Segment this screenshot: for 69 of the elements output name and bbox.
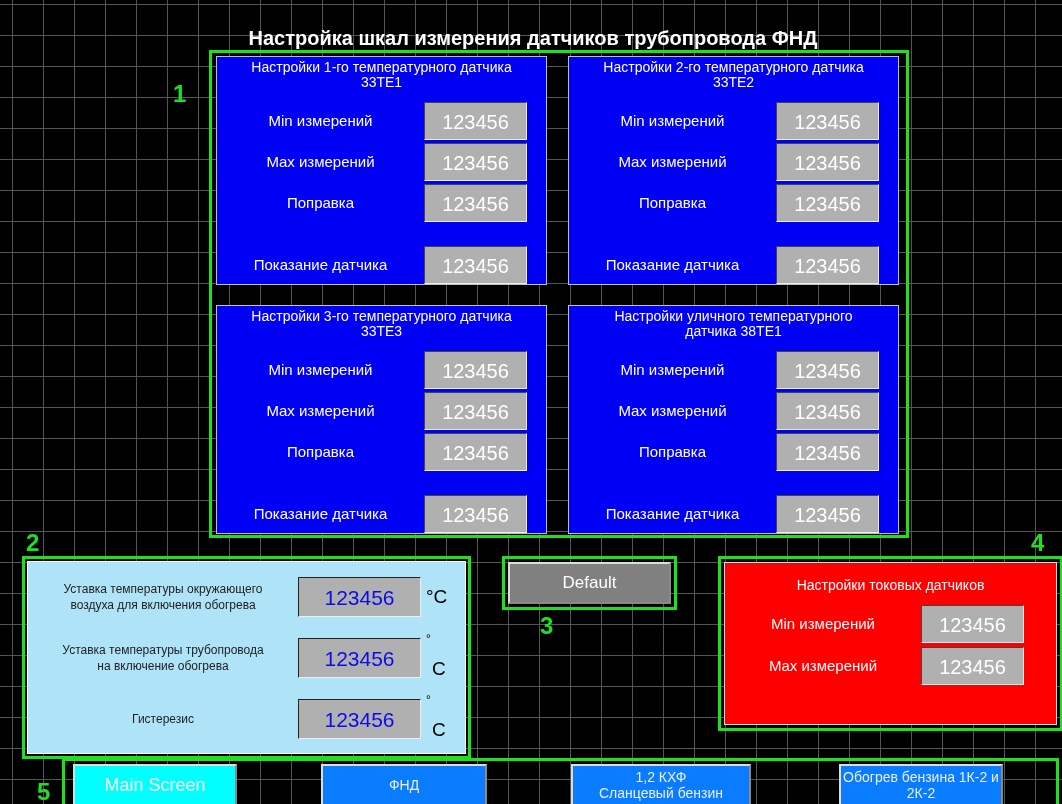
field-label: Поправка — [637, 443, 708, 460]
field-label: Max измерений — [265, 153, 376, 170]
panel-title: Настройки токовых датчиков — [795, 577, 986, 595]
field-label: Min измерений — [770, 615, 876, 632]
value-field[interactable]: 123456 — [776, 494, 879, 533]
value-field[interactable]: 123456 — [424, 432, 527, 471]
field-label: Min измерений — [619, 361, 726, 378]
default-button[interactable]: Default — [508, 562, 671, 604]
field-label: Показание датчика — [604, 505, 741, 522]
value-field[interactable]: 123456 — [776, 101, 879, 140]
value-field[interactable]: 123456 — [424, 494, 527, 533]
setpoint-label: на включение обогрева — [96, 657, 230, 674]
setpoint-label: Гистерезис — [131, 710, 195, 727]
panel-title: Настройки 2-го температурного датчика — [602, 60, 865, 75]
nav-button[interactable]: Обогрев бензина 1К-2 и 2К-2 — [839, 764, 1003, 804]
panel-title: Настройки 3-го температурного датчика — [250, 309, 513, 324]
field-label: Показание датчика — [252, 505, 389, 522]
panel-title: Настройки уличного температурного — [613, 309, 854, 324]
value-field[interactable]: 123456 — [776, 391, 879, 430]
value-field[interactable]: 123456 — [776, 245, 879, 284]
field-label: Min измерений — [267, 361, 374, 378]
field-label: Max измерений — [617, 402, 728, 419]
setpoint-label: воздуха для включения обогрева — [69, 596, 257, 613]
panel-title: датчика 38TE1 — [684, 324, 782, 339]
field-label: Max измерений — [617, 153, 728, 170]
field-label: Показание датчика — [604, 256, 741, 273]
value-field[interactable]: 123456 — [776, 432, 879, 471]
value-field[interactable]: 123456 — [776, 350, 879, 389]
value-field[interactable]: 123456 — [424, 183, 527, 222]
nav-button[interactable]: 1,2 КХФ Сланцевый бензин — [571, 764, 751, 804]
panel-title: Настройки 1-го температурного датчика — [250, 60, 513, 75]
value-field[interactable]: 123456 — [921, 646, 1024, 685]
value-field[interactable]: 123456 — [776, 183, 879, 222]
field-label: Показание датчика — [252, 256, 389, 273]
value-field[interactable]: 123456 — [921, 604, 1024, 643]
field-label: Поправка — [285, 194, 356, 211]
setpoint-label: Уставка температуры трубопровода — [61, 641, 265, 658]
panel-title: 33TE1 — [360, 75, 403, 90]
degree-sign: ° — [426, 692, 431, 707]
field-label: Max измерений — [767, 657, 879, 674]
unit-label: °C — [426, 585, 448, 608]
value-field[interactable]: 123456 — [424, 142, 527, 181]
screen-title: Настройка шкал измерения датчиков трубопровода ФНД — [247, 26, 819, 50]
panel-title: 33TE3 — [360, 324, 403, 339]
field-label: Поправка — [637, 194, 708, 211]
nav-button[interactable]: Main Screen — [73, 764, 237, 804]
section-number: 1 — [173, 82, 187, 106]
value-field[interactable]: 123456 — [424, 245, 527, 284]
value-field[interactable]: 123456 — [776, 142, 879, 181]
value-field[interactable]: 123456 — [424, 101, 527, 140]
value-field[interactable]: 123456 — [298, 637, 421, 678]
unit-label: C — [432, 657, 446, 680]
value-field[interactable]: 123456 — [424, 391, 527, 430]
field-label: Min измерений — [267, 112, 374, 129]
section-number: 2 — [26, 531, 40, 555]
setpoint-label: Уставка температуры окружающего — [62, 580, 264, 597]
field-label: Min измерений — [619, 112, 726, 129]
section-number: 3 — [540, 614, 554, 638]
field-label: Поправка — [285, 443, 356, 460]
degree-sign: ° — [426, 631, 431, 646]
section-number: 4 — [1031, 531, 1045, 555]
nav-button[interactable]: ФНД — [321, 764, 487, 804]
field-label: Max измерений — [265, 402, 376, 419]
value-field[interactable]: 123456 — [298, 576, 421, 617]
section-number: 5 — [37, 780, 51, 804]
value-field[interactable]: 123456 — [424, 350, 527, 389]
value-field[interactable]: 123456 — [298, 698, 421, 739]
panel-title: 33TE2 — [712, 75, 755, 90]
unit-label: C — [432, 718, 446, 741]
